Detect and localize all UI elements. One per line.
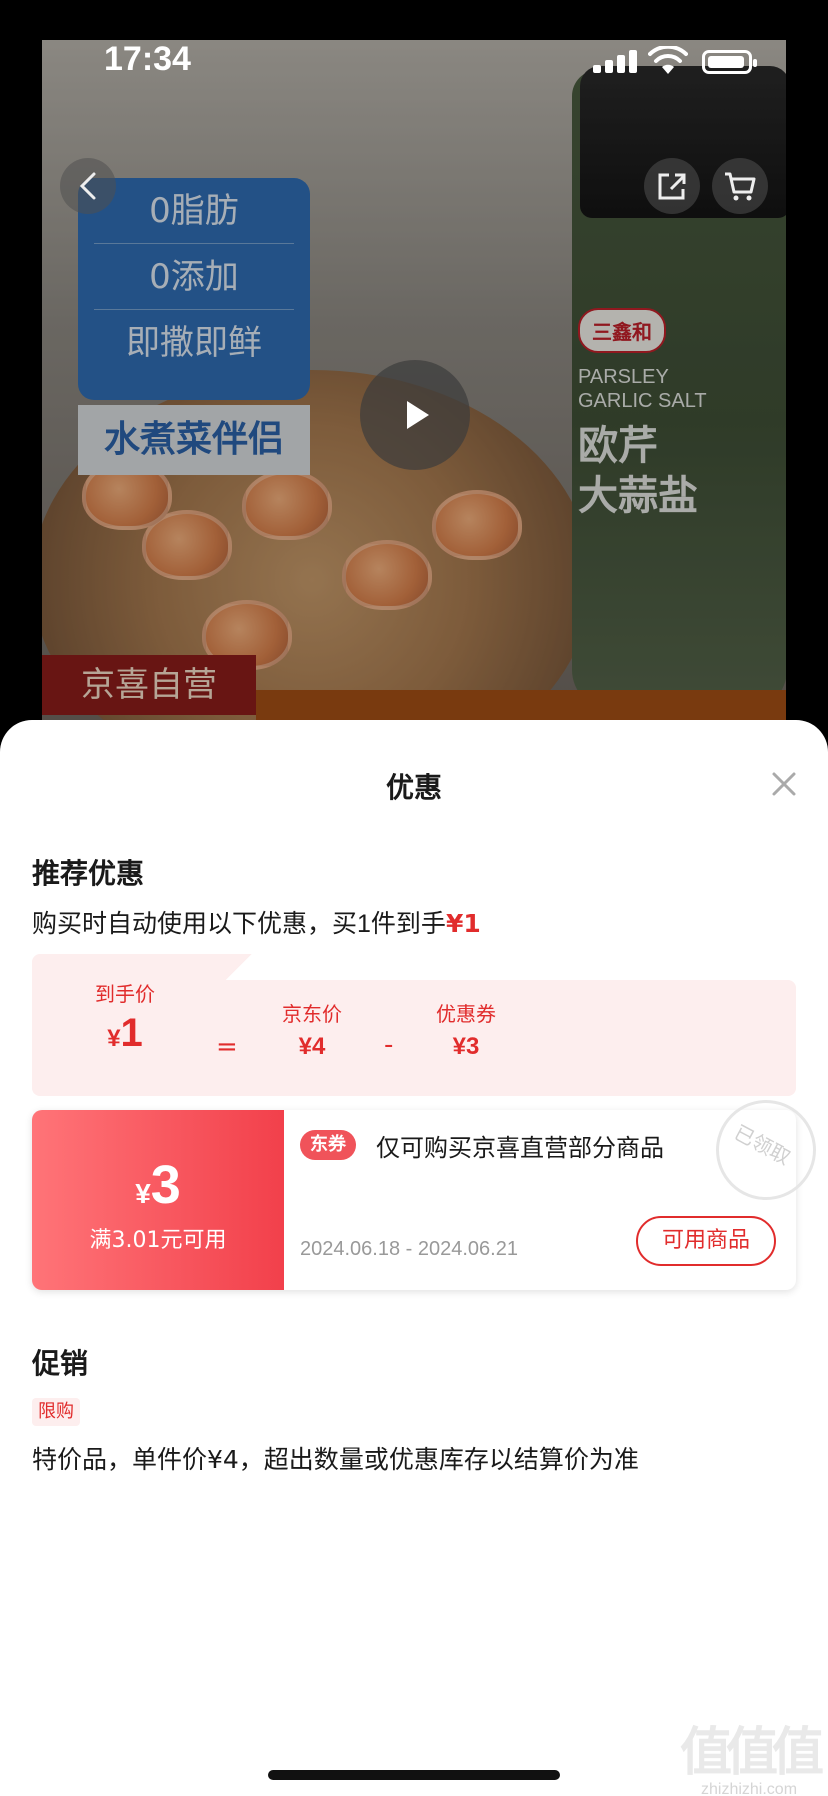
jd-price-item: 京东价 ¥4 [272, 998, 352, 1061]
coupon-currency: ¥ [135, 1178, 151, 1209]
wifi-icon [648, 46, 688, 74]
jd-price-label: 京东价 [282, 1002, 342, 1026]
recommend-desc-mid: 件到手 [370, 909, 446, 938]
coupon-amount-number: 3 [150, 1155, 181, 1215]
close-icon[interactable] [768, 768, 800, 800]
coupon-condition: 满3.01元可用 [89, 1228, 227, 1253]
final-price-item: 到手价 ¥1 [80, 978, 170, 1056]
coupon-card: ¥3 满3.01元可用 已领取 东券 仅可购买京喜直营部分商品 2024.06.… [32, 1100, 816, 1290]
claimed-stamp-text: 已领取 [730, 1120, 795, 1170]
discount-sheet: 优惠 推荐优惠 购买时自动使用以下优惠，买1件到手¥1 到手价 ¥1 = 京东价… [0, 720, 828, 1796]
coupon-value-panel: ¥3 满3.01元可用 [32, 1110, 284, 1290]
watermark-logo: 值值值 [680, 1723, 824, 1783]
coupon-amount: ¥3 [32, 1154, 284, 1216]
coupon-discount-value: ¥3 [452, 1033, 480, 1060]
cart-button[interactable] [712, 158, 768, 214]
equals-sign: = [216, 1032, 238, 1062]
minus-sign: - [384, 1030, 394, 1060]
cart-icon [725, 172, 756, 201]
play-video-button[interactable] [360, 360, 470, 470]
claimed-stamp: 已领取 [716, 1100, 816, 1200]
coupon-validity: 2024.06.18 - 2024.06.21 [300, 1238, 518, 1260]
cellular-signal-icon [593, 50, 637, 73]
promotion-desc: 特价品，单件价¥4，超出数量或优惠库存以结算价为准 [32, 1445, 639, 1474]
jd-price-value: ¥4 [298, 1033, 326, 1060]
share-button[interactable] [644, 158, 700, 214]
recommend-desc: 购买时自动使用以下优惠，买1件到手¥1 [32, 904, 481, 940]
final-price-value: ¥1 [80, 1011, 170, 1056]
battery-icon [702, 50, 757, 74]
recommend-desc-text: 购买时自动使用以下优惠，买 [32, 909, 358, 938]
recommend-title: 推荐优惠 [32, 857, 145, 890]
chevron-left-icon [79, 172, 96, 200]
coupon-discount-label: 优惠券 [436, 1002, 496, 1026]
status-time: 17:34 [104, 40, 191, 78]
recommend-qty: 1 [357, 910, 371, 938]
promotion-title: 促销 [32, 1347, 89, 1380]
play-icon [407, 401, 429, 429]
final-price-label: 到手价 [95, 982, 155, 1006]
limit-purchase-tag: 限购 [32, 1398, 80, 1426]
coupon-type-badge: 东券 [300, 1130, 356, 1160]
sheet-title: 优惠 [385, 771, 442, 804]
share-icon [658, 173, 686, 200]
recommend-final-price: ¥1 [445, 909, 481, 938]
final-price-number: 1 [120, 1011, 143, 1055]
coupon-description: 仅可购买京喜直营部分商品 [376, 1134, 664, 1162]
back-button[interactable] [60, 158, 116, 214]
eligible-products-button[interactable]: 可用商品 [636, 1216, 776, 1266]
coupon-discount-item: 优惠券 ¥3 [426, 998, 506, 1061]
site-watermark: 值值值 zhizhizhi.com [680, 1710, 824, 1796]
final-price-currency: ¥ [107, 1025, 121, 1052]
home-indicator[interactable] [268, 1770, 560, 1780]
